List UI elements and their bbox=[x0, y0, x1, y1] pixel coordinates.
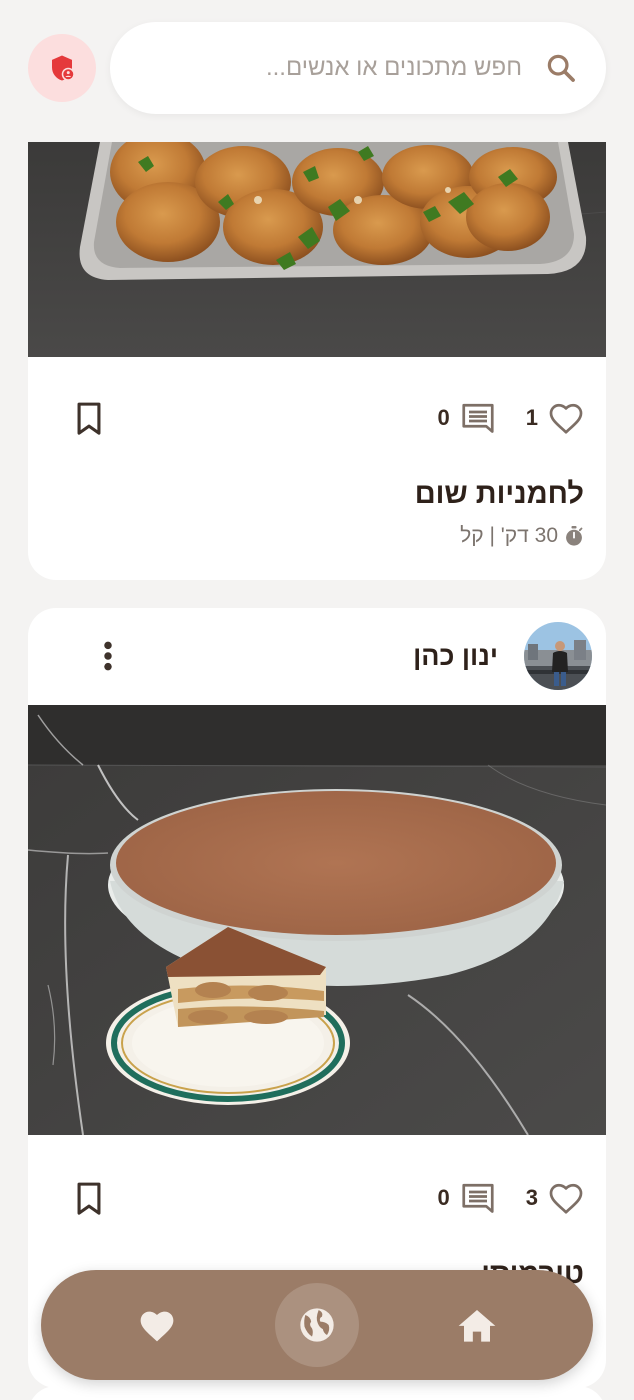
timer-icon bbox=[566, 526, 583, 546]
recipe-actions: 1 0 bbox=[28, 388, 606, 448]
recipe-meta: 30 דק' | קל bbox=[460, 524, 584, 548]
like-count: 3 bbox=[525, 1185, 538, 1210]
bottom-navigation bbox=[41, 1270, 593, 1380]
nav-home[interactable] bbox=[435, 1283, 519, 1367]
bookmark-icon[interactable] bbox=[72, 400, 106, 438]
comment-group[interactable]: 0 bbox=[438, 401, 496, 435]
recipe-time-difficulty: 30 דק' | קל bbox=[460, 524, 558, 547]
author-name[interactable]: ינון כהן bbox=[413, 641, 498, 672]
comment-count: 0 bbox=[437, 1185, 450, 1210]
admin-button[interactable] bbox=[28, 34, 96, 102]
globe-icon bbox=[300, 1308, 334, 1342]
heart-icon bbox=[140, 1311, 174, 1342]
recipe-card[interactable]: 1 0 לחמניות שום 30 דק' | קל bbox=[28, 142, 606, 580]
nav-favorites[interactable] bbox=[115, 1283, 199, 1367]
recipe-title[interactable]: לחמניות שום bbox=[415, 478, 584, 511]
like-group[interactable]: 1 bbox=[526, 401, 584, 435]
more-vertical-icon[interactable] bbox=[100, 640, 116, 672]
search-bar bbox=[110, 22, 606, 114]
comment-icon[interactable] bbox=[460, 1181, 496, 1215]
recipe-actions: 3 0 bbox=[28, 1168, 606, 1228]
bookmark-icon[interactable] bbox=[72, 1180, 106, 1218]
search-icon[interactable] bbox=[544, 51, 578, 85]
comment-icon[interactable] bbox=[460, 401, 496, 435]
recipe-photo[interactable] bbox=[28, 705, 606, 1135]
nav-explore[interactable] bbox=[275, 1283, 359, 1367]
search-input[interactable] bbox=[150, 54, 522, 82]
admin-shield-icon bbox=[52, 55, 75, 81]
comment-group[interactable]: 0 bbox=[438, 1181, 496, 1215]
recipe-card[interactable] bbox=[28, 1386, 606, 1400]
comment-count: 0 bbox=[437, 405, 450, 430]
heart-outline-icon[interactable] bbox=[548, 1181, 584, 1215]
recipe-photo[interactable] bbox=[28, 142, 606, 357]
avatar[interactable] bbox=[524, 622, 592, 690]
like-count: 1 bbox=[525, 405, 538, 430]
author-row: ינון כהן bbox=[28, 608, 606, 704]
top-header bbox=[0, 0, 634, 130]
home-icon bbox=[458, 1310, 496, 1342]
like-group[interactable]: 3 bbox=[526, 1181, 584, 1215]
heart-outline-icon[interactable] bbox=[548, 401, 584, 435]
